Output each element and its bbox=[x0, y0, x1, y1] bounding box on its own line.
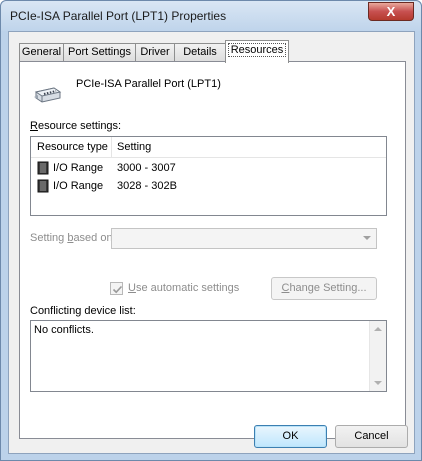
parallel-port-icon bbox=[32, 78, 64, 110]
resources-panel: PCIe-ISA Parallel Port (LPT1) Resource s… bbox=[19, 61, 406, 439]
resource-setting: 3028 - 302B bbox=[117, 180, 177, 192]
setting-based-on-dropdown[interactable] bbox=[111, 228, 377, 249]
close-button[interactable]: X bbox=[368, 2, 414, 21]
resource-list-header: Resource type Setting bbox=[31, 137, 386, 158]
io-range-icon bbox=[37, 161, 49, 178]
resource-list[interactable]: Resource type Setting I/O Range 3000 - 3… bbox=[30, 136, 387, 216]
cancel-button[interactable]: Cancel bbox=[335, 425, 408, 448]
conflicting-device-list-label: Conflicting device list: bbox=[30, 305, 136, 317]
change-setting-button[interactable]: Change Setting... bbox=[271, 277, 377, 300]
checkmark-icon bbox=[112, 285, 123, 294]
conflicting-device-list[interactable]: No conflicts. bbox=[30, 320, 387, 392]
tab-port-settings[interactable]: Port Settings bbox=[63, 43, 136, 62]
window-title: PCIe-ISA Parallel Port (LPT1) Properties bbox=[10, 9, 227, 23]
use-automatic-settings-label[interactable]: Use automatic settings bbox=[128, 282, 239, 294]
scroll-up-arrow-icon[interactable] bbox=[374, 327, 382, 331]
column-setting[interactable]: Setting bbox=[117, 141, 151, 153]
vertical-scrollbar[interactable] bbox=[369, 321, 386, 391]
tab-resources[interactable]: Resources bbox=[225, 40, 289, 63]
tab-details[interactable]: Details bbox=[174, 43, 226, 62]
properties-window: PCIe-ISA Parallel Port (LPT1) Properties… bbox=[0, 0, 422, 461]
device-name: PCIe-ISA Parallel Port (LPT1) bbox=[76, 78, 221, 90]
resource-row[interactable]: I/O Range 3028 - 302B bbox=[31, 178, 386, 196]
column-divider[interactable] bbox=[111, 137, 112, 157]
setting-based-on-label: Setting based on: bbox=[30, 232, 116, 244]
tab-general[interactable]: General bbox=[19, 43, 64, 62]
resource-type: I/O Range bbox=[53, 162, 104, 174]
resource-settings-label: Resource settings: bbox=[30, 120, 122, 132]
tab-driver[interactable]: Driver bbox=[135, 43, 175, 62]
chevron-down-icon bbox=[363, 236, 371, 240]
io-range-icon bbox=[37, 179, 49, 196]
column-resource-type[interactable]: Resource type bbox=[37, 141, 108, 153]
ok-button[interactable]: OK bbox=[254, 425, 327, 448]
resource-setting: 3000 - 3007 bbox=[117, 162, 176, 174]
resource-type: I/O Range bbox=[53, 180, 104, 192]
dialog-client: General Port Settings Driver Details Res… bbox=[8, 31, 415, 454]
conflicts-text: No conflicts. bbox=[34, 324, 94, 336]
title-bar[interactable]: PCIe-ISA Parallel Port (LPT1) Properties… bbox=[1, 1, 421, 31]
scroll-down-arrow-icon[interactable] bbox=[374, 381, 382, 385]
close-icon: X bbox=[386, 4, 396, 19]
resource-row[interactable]: I/O Range 3000 - 3007 bbox=[31, 160, 386, 178]
use-automatic-settings-checkbox[interactable] bbox=[110, 282, 123, 295]
